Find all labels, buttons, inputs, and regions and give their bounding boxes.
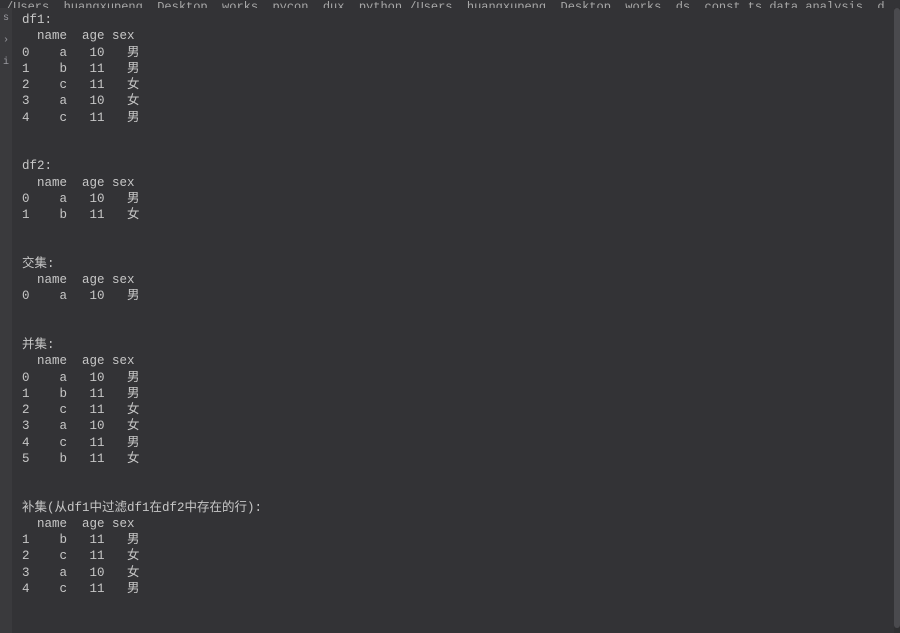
vertical-scrollbar[interactable] bbox=[894, 8, 900, 633]
sidebar-icon-1[interactable]: s bbox=[1, 14, 11, 24]
scrollbar-thumb[interactable] bbox=[894, 8, 900, 628]
top-path-text: /Users, huangxupeng, Desktop, works, pyc… bbox=[6, 0, 885, 8]
sidebar-icon-2[interactable]: › bbox=[1, 36, 11, 46]
sidebar-icon-3[interactable]: i bbox=[1, 58, 11, 68]
left-sidebar: s › i bbox=[0, 8, 12, 633]
top-path-bar: /Users, huangxupeng, Desktop, works, pyc… bbox=[0, 0, 900, 8]
console-output: df1: name age sex 0 a 10 男 1 b 11 男 2 c … bbox=[14, 8, 900, 633]
